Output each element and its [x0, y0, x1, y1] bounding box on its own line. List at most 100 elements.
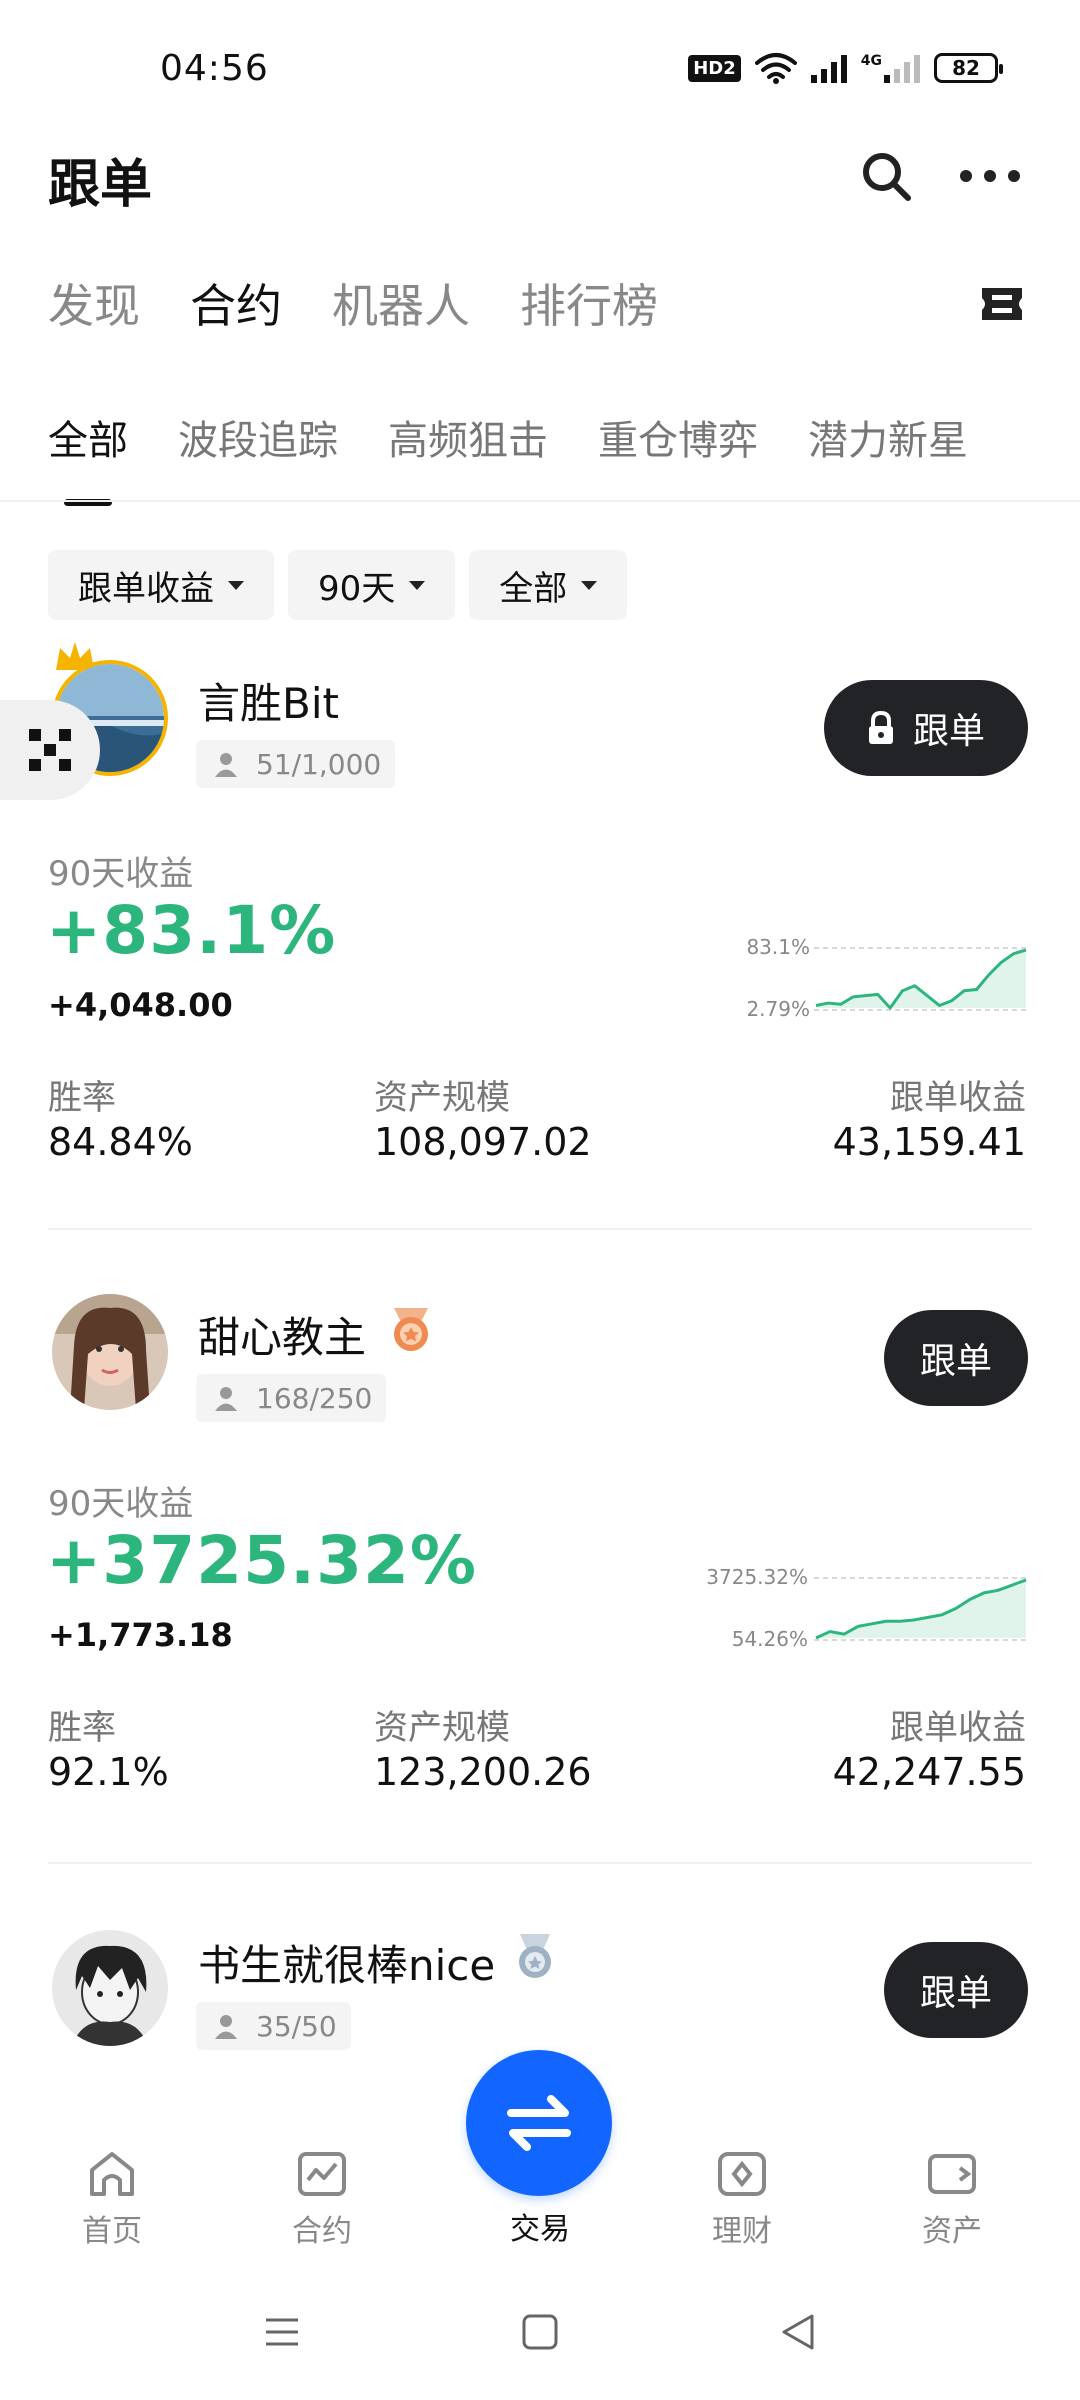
status-icons: HD2 4G 82 — [688, 52, 1003, 84]
follow-button[interactable]: 跟单 — [884, 1942, 1028, 2038]
roi-value: +83.1% — [46, 892, 337, 969]
status-bar: 04:56 HD2 4G 82 — [0, 0, 1080, 140]
filter-sort-label: 跟单收益 — [78, 568, 214, 609]
qr-float-button[interactable] — [0, 700, 100, 800]
sparkline-area — [816, 1580, 1026, 1638]
user-icon — [215, 2015, 237, 2039]
nav-trade-label[interactable]: 交易 — [480, 2204, 600, 2248]
chart-icon — [298, 2152, 346, 2196]
caret-down-icon — [581, 580, 598, 590]
filter-sort[interactable]: 跟单收益 — [48, 550, 274, 620]
ticket-icon[interactable] — [980, 286, 1024, 322]
avatar[interactable] — [52, 1294, 168, 1410]
user-icon — [215, 753, 237, 777]
copier-count: 168/250 — [196, 1374, 387, 1422]
follow-button[interactable]: 跟单 — [884, 1310, 1028, 1406]
follow-label: 跟单 — [912, 711, 985, 752]
spark-min-label: 54.26% — [732, 1627, 808, 1650]
filter-period[interactable]: 90天 — [288, 550, 456, 620]
tab-robot[interactable]: 机器人 — [332, 270, 470, 336]
nav-contract-label: 合约 — [292, 2214, 352, 2249]
win-rate-label: 胜率 — [48, 1708, 116, 1748]
nav-finance[interactable]: 理财 — [682, 2150, 802, 2250]
nav-finance-label: 理财 — [712, 2214, 772, 2249]
filter-category-label: 全部 — [499, 568, 568, 609]
tab-contract[interactable]: 合约 — [190, 270, 282, 336]
top-tabs: 发现 合约 机器人 排行榜 — [48, 270, 658, 336]
subtab-all[interactable]: 全部 — [48, 408, 128, 506]
signal-icon-1 — [810, 53, 847, 83]
nav-home[interactable]: 首页 — [52, 2150, 172, 2250]
more-icon[interactable] — [960, 148, 1020, 204]
search-icon[interactable] — [858, 148, 914, 204]
wallet-icon — [928, 2154, 976, 2194]
finance-icon — [718, 2152, 766, 2196]
roi-value: +3725.32% — [46, 1522, 478, 1599]
caret-down-icon — [409, 580, 426, 590]
bronze-medal-icon — [394, 1308, 428, 1351]
copier-count-text: 51/1,000 — [256, 747, 382, 781]
nav-assets-label: 资产 — [922, 2214, 982, 2249]
subtab-heavy[interactable]: 重仓博弈 — [598, 408, 758, 466]
tabs-divider — [0, 500, 1080, 502]
trader-card[interactable]: 言胜Bit 51/1,000 跟单 90天收益 +83.1% +4,048.00… — [0, 630, 1080, 1230]
follow-label: 跟单 — [919, 1973, 992, 2014]
tab-discover[interactable]: 发现 — [48, 270, 140, 336]
pnl-value: +1,773.18 — [48, 1616, 233, 1654]
copy-profit-label: 跟单收益 — [890, 1708, 1026, 1748]
trader-name[interactable]: 甜心教主 — [198, 1304, 366, 1365]
system-nav-bar — [0, 2280, 1080, 2400]
swap-icon — [507, 2095, 571, 2151]
subtab-swing[interactable]: 波段追踪 — [178, 408, 338, 466]
network-label: 4G — [860, 53, 882, 69]
page-title: 跟单 — [48, 155, 153, 215]
filter-period-label: 90天 — [318, 568, 396, 609]
trader-card[interactable]: 书生就很棒nice 35/50 跟单 — [0, 1890, 1080, 2060]
subtab-hft[interactable]: 高频狙击 — [388, 408, 548, 466]
trader-name[interactable]: 书生就很棒nice — [198, 1932, 495, 1993]
caret-down-icon — [228, 580, 244, 590]
trader-card[interactable]: 甜心教主 168/250 跟单 90天收益 +3725.32% +1,773.1… — [0, 1260, 1080, 1880]
silver-medal-icon — [519, 1934, 551, 1978]
battery-icon: 82 — [934, 53, 1003, 83]
follow-label: 跟单 — [919, 1341, 992, 1382]
copy-profit-label: 跟单收益 — [890, 1078, 1026, 1118]
trader-name[interactable]: 言胜Bit — [198, 670, 339, 731]
pnl-value: +4,048.00 — [48, 986, 233, 1024]
copier-count: 51/1,000 — [196, 740, 396, 788]
aum-value: 123,200.26 — [374, 1750, 592, 1794]
trade-button[interactable] — [466, 2050, 612, 2196]
sub-tabs: 全部 波段追踪 高频狙击 重仓博弈 潜力新星 — [48, 408, 968, 506]
win-rate-value: 84.84% — [48, 1120, 193, 1164]
card-divider — [48, 1862, 1032, 1864]
spark-max-label: 83.1% — [746, 935, 810, 959]
filter-bar: 跟单收益 90天 全部 — [48, 550, 628, 620]
signal-icon-2: 4G — [861, 53, 920, 83]
nav-contract[interactable]: 合约 — [262, 2150, 382, 2250]
hd-badge: HD2 — [688, 54, 741, 82]
nav-assets[interactable]: 资产 — [892, 2150, 1012, 2250]
home-icon — [90, 2152, 134, 2196]
sparkline-chart: 83.1% 2.79% — [746, 935, 1028, 1020]
back-icon[interactable] — [778, 2312, 818, 2352]
card-divider — [48, 1228, 1032, 1230]
win-rate-label: 胜率 — [48, 1078, 116, 1118]
follow-button[interactable]: 跟单 — [824, 680, 1028, 776]
avatar[interactable] — [52, 1930, 168, 2046]
tab-leaderboard[interactable]: 排行榜 — [520, 270, 658, 336]
win-rate-value: 92.1% — [48, 1750, 169, 1794]
aum-value: 108,097.02 — [374, 1120, 592, 1164]
user-icon — [215, 1387, 237, 1411]
roi-label: 90天收益 — [48, 854, 194, 894]
copy-profit-value: 42,247.55 — [832, 1750, 1026, 1794]
home-square-icon[interactable] — [520, 2312, 560, 2352]
nav-home-label: 首页 — [82, 2214, 142, 2249]
qr-code-icon — [29, 729, 71, 771]
sparkline-chart: 3725.32% 54.26% — [706, 1565, 1028, 1650]
menu-icon[interactable] — [262, 2312, 302, 2352]
header: 跟单 — [0, 130, 1080, 230]
filter-category[interactable]: 全部 — [469, 550, 628, 620]
spark-max-label: 3725.32% — [706, 1565, 808, 1589]
copy-profit-value: 43,159.41 — [832, 1120, 1026, 1164]
subtab-rising-star[interactable]: 潜力新星 — [808, 408, 968, 466]
